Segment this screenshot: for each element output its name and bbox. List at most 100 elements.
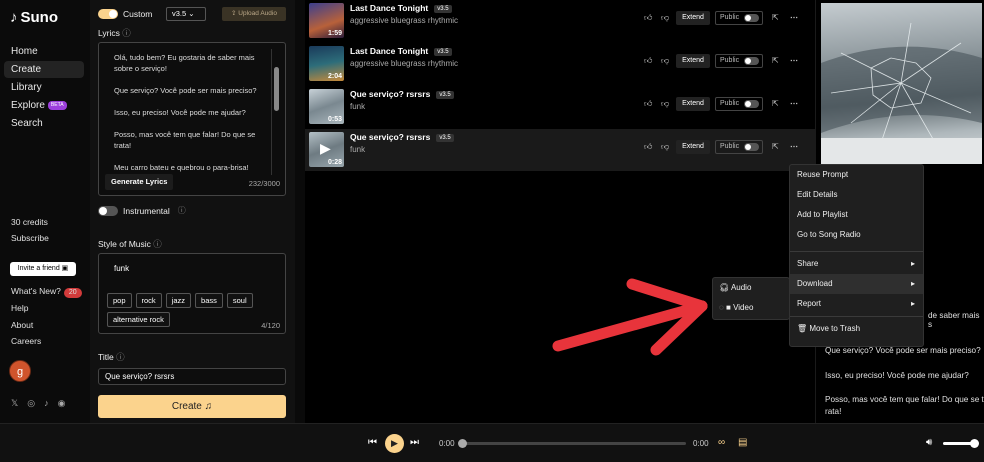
song-title[interactable]: Que serviço? rsrsrs v3.5 xyxy=(350,132,454,142)
thumbs-down-icon[interactable]: 👎︎ xyxy=(661,99,669,109)
title-input[interactable]: Que serviço? rsrsrs xyxy=(98,368,286,385)
thumbs-down-icon[interactable]: 👎︎ xyxy=(661,13,669,23)
queue-icon[interactable]: ▤ xyxy=(738,437,747,448)
instrumental-toggle[interactable] xyxy=(98,205,118,216)
nav-create[interactable]: Create xyxy=(4,61,84,78)
extend-button[interactable]: Extend xyxy=(676,97,710,111)
song-row[interactable]: 0:53 Que serviço? rsrsrs v3.5 funk 👍︎ 👎︎ … xyxy=(305,86,815,128)
public-switch[interactable] xyxy=(744,100,759,108)
volume-slider[interactable] xyxy=(943,439,979,448)
share-icon[interactable]: ⇱ xyxy=(772,142,779,151)
x-icon[interactable]: 𝕏 xyxy=(11,398,18,409)
more-icon[interactable]: ⋯ xyxy=(790,99,798,108)
volume-handle[interactable] xyxy=(970,439,979,448)
generate-lyrics-button[interactable]: Generate Lyrics xyxy=(105,174,174,190)
whats-new-link[interactable]: What's New? 20 xyxy=(11,286,82,298)
thumbs-up-icon[interactable]: 👍︎ xyxy=(644,99,652,109)
style-input[interactable]: funk pop rock jazz bass soul alternative… xyxy=(98,253,286,334)
progress-handle[interactable] xyxy=(458,439,467,448)
song-title[interactable]: Last Dance Tonight v3.5 xyxy=(350,3,452,13)
public-toggle[interactable]: Public xyxy=(715,140,763,154)
song-thumbnail[interactable]: 1:59 xyxy=(309,3,344,38)
download-video[interactable]: ◌ ■ Video xyxy=(713,298,789,318)
nav-explore[interactable]: Explore BETA xyxy=(4,97,84,114)
public-switch[interactable] xyxy=(744,143,759,151)
menu-report[interactable]: Report ▸ xyxy=(790,294,923,314)
discord-icon[interactable]: ◉ xyxy=(58,398,66,409)
create-button[interactable]: Create ♫ xyxy=(98,395,286,418)
previous-icon[interactable]: ⏮ xyxy=(368,437,377,448)
invite-friend-button[interactable]: Invite a friend ▣ xyxy=(10,262,76,276)
share-icon[interactable]: ⇱ xyxy=(772,13,779,22)
style-tag[interactable]: pop xyxy=(107,293,132,308)
thumbs-down-icon[interactable]: 👎︎ xyxy=(661,56,669,66)
progress-bar[interactable] xyxy=(458,439,686,448)
volume-icon[interactable]: 🔊︎ xyxy=(926,437,932,448)
song-thumbnail[interactable]: 2:04 xyxy=(309,46,344,81)
share-icon[interactable]: ⇱ xyxy=(772,56,779,65)
public-switch[interactable] xyxy=(744,57,759,65)
song-title[interactable]: Last Dance Tonight v3.5 xyxy=(350,46,452,56)
extend-button[interactable]: Extend xyxy=(676,140,710,154)
thumbs-up-icon[interactable]: 👍︎ xyxy=(644,142,652,152)
nav-search[interactable]: Search xyxy=(4,115,84,132)
nav-home[interactable]: Home xyxy=(4,43,84,60)
song-style[interactable]: funk xyxy=(350,145,365,154)
more-icon[interactable]: ⋯ xyxy=(790,56,798,65)
public-toggle[interactable]: Public xyxy=(715,97,763,111)
custom-toggle[interactable] xyxy=(98,9,118,19)
extend-button[interactable]: Extend xyxy=(676,11,710,25)
style-tag[interactable]: rock xyxy=(135,293,162,308)
instagram-icon[interactable]: ◎ xyxy=(27,398,35,409)
style-tag[interactable]: soul xyxy=(226,293,253,308)
public-toggle[interactable]: Public xyxy=(715,11,763,25)
song-title[interactable]: Que serviço? rsrsrs v3.5 xyxy=(350,89,454,99)
subscribe-link[interactable]: Subscribe xyxy=(11,233,49,243)
careers-link[interactable]: Careers xyxy=(11,336,41,346)
nav-library[interactable]: Library xyxy=(4,79,84,96)
song-row[interactable]: 2:04 Last Dance Tonight v3.5 aggressive b… xyxy=(305,43,815,85)
share-icon[interactable]: ⇱ xyxy=(772,99,779,108)
thumbs-up-icon[interactable]: 👍︎ xyxy=(644,13,652,23)
menu-edit-details[interactable]: Edit Details xyxy=(790,185,923,205)
next-icon[interactable]: ⏭ xyxy=(410,437,419,448)
more-icon[interactable]: ⋯ xyxy=(790,13,798,22)
menu-reuse-prompt[interactable]: Reuse Prompt xyxy=(790,165,923,185)
song-thumbnail[interactable]: 0:53 xyxy=(309,89,344,124)
play-button[interactable]: ▶ xyxy=(385,434,404,453)
menu-move-to-trash[interactable]: 🗑︎ Move to Trash xyxy=(790,319,923,339)
version-badge: v3.5 xyxy=(434,47,452,56)
lyrics-input[interactable]: Olá, tudo bem? Eu gostaria de saber mais… xyxy=(98,42,286,196)
more-icon[interactable]: ⋯ xyxy=(790,142,798,151)
public-toggle[interactable]: Public xyxy=(715,54,763,68)
about-link[interactable]: About xyxy=(11,320,33,330)
version-select[interactable]: v3.5 ⌄ xyxy=(166,7,206,21)
song-row[interactable]: ▶ 0:28 Que serviço? rsrsrs v3.5 funk 👍︎ 👎… xyxy=(305,129,815,171)
song-row[interactable]: 1:59 Last Dance Tonight v3.5 aggressive b… xyxy=(305,0,815,42)
lyrics-scrollbar[interactable] xyxy=(271,49,280,175)
menu-add-to-playlist[interactable]: Add to Playlist xyxy=(790,205,923,225)
thumbs-up-icon[interactable]: 👍︎ xyxy=(644,56,652,66)
style-tag[interactable]: alternative rock xyxy=(107,312,170,327)
extend-button[interactable]: Extend xyxy=(676,54,710,68)
avatar[interactable]: g xyxy=(9,360,31,382)
play-icon[interactable]: ▶ xyxy=(320,140,331,157)
download-audio[interactable]: 🎧︎ Audio xyxy=(713,278,789,298)
suno-logo[interactable]: ♪ Suno xyxy=(10,9,58,26)
menu-song-radio[interactable]: Go to Song Radio xyxy=(790,225,923,245)
public-switch[interactable] xyxy=(744,14,759,22)
song-style[interactable]: aggressive bluegrass rhythmic xyxy=(350,59,458,68)
scrollbar-thumb[interactable] xyxy=(274,67,279,111)
style-tag[interactable]: bass xyxy=(195,293,223,308)
menu-download[interactable]: Download ▸ xyxy=(790,274,923,294)
help-link[interactable]: Help xyxy=(11,303,28,313)
song-style[interactable]: aggressive bluegrass rhythmic xyxy=(350,16,458,25)
tiktok-icon[interactable]: ♪ xyxy=(44,398,49,409)
thumbs-down-icon[interactable]: 👎︎ xyxy=(661,142,669,152)
loop-icon[interactable]: ∞ xyxy=(718,437,725,448)
style-tag[interactable]: jazz xyxy=(165,293,192,308)
song-thumbnail[interactable]: ▶ 0:28 xyxy=(309,132,344,167)
song-style[interactable]: funk xyxy=(350,102,365,111)
menu-share[interactable]: Share ▸ xyxy=(790,254,923,274)
upload-audio-button[interactable]: ⇪ Upload Audio xyxy=(222,7,286,21)
